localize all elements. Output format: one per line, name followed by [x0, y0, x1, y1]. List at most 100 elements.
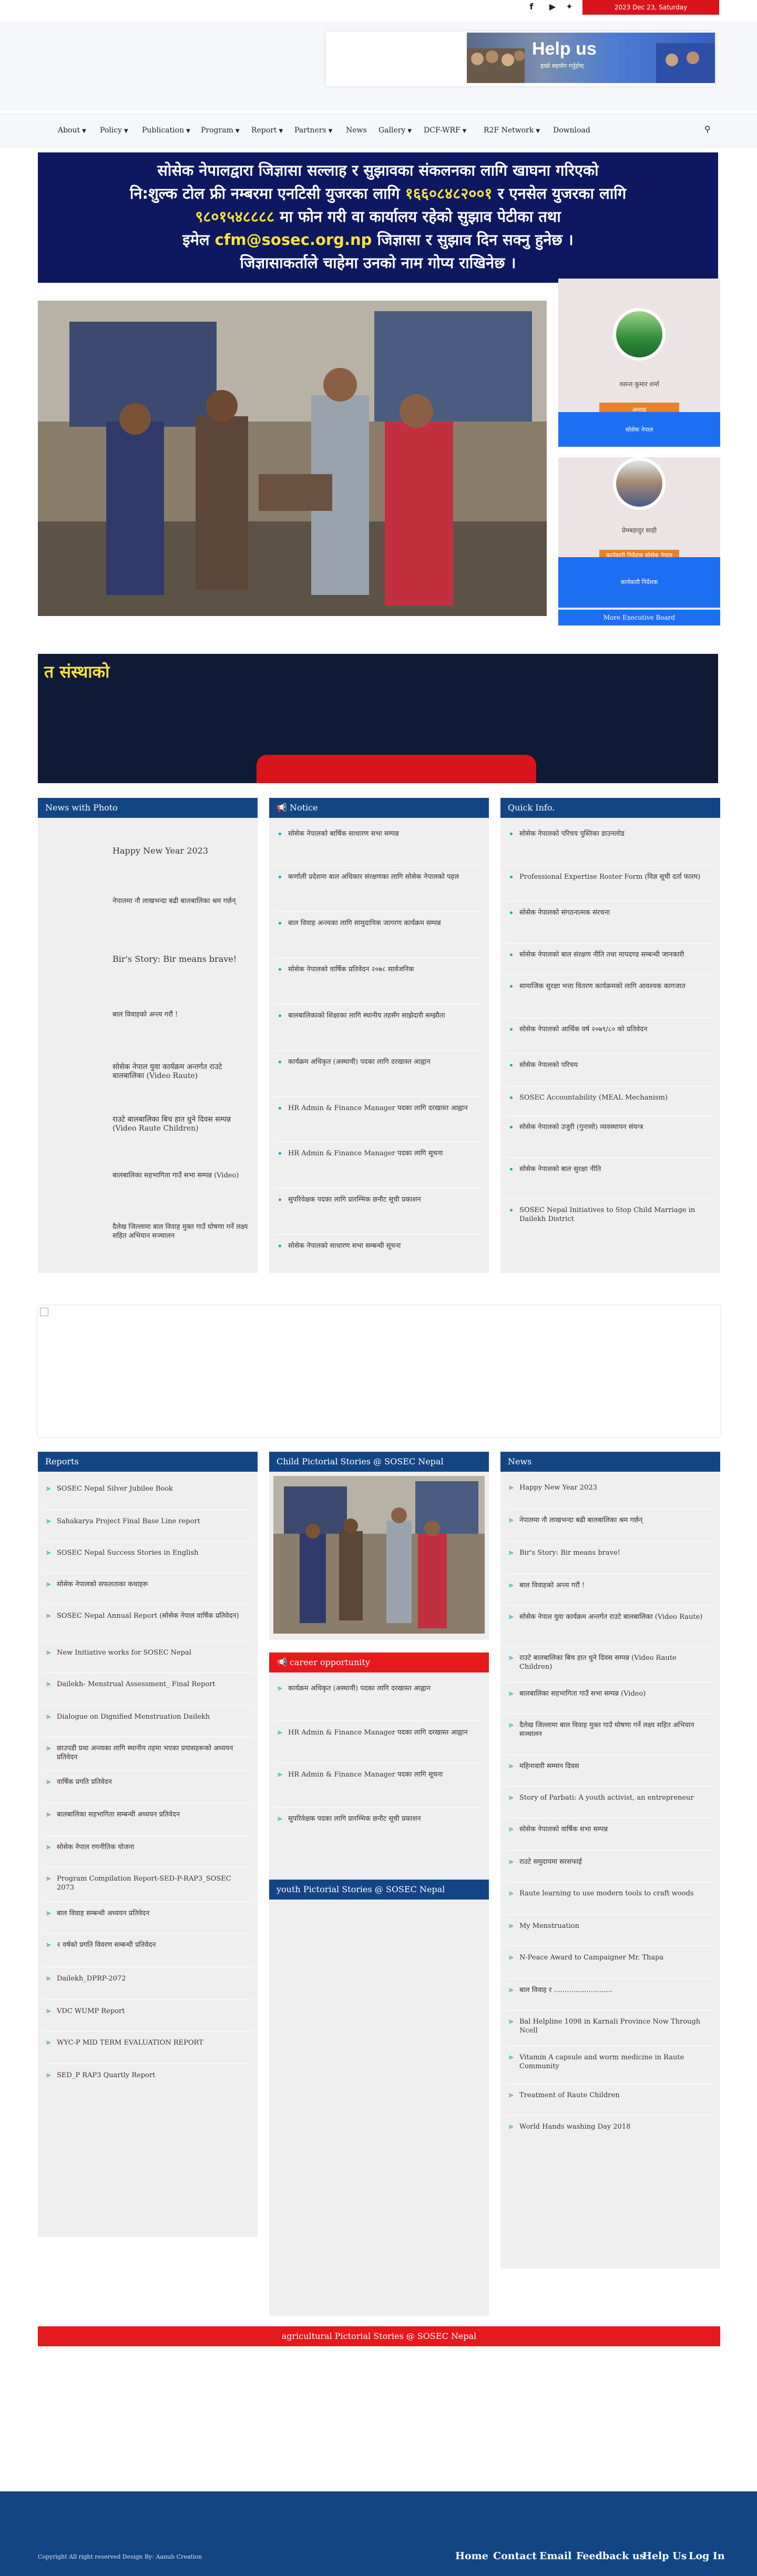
- youtube-icon[interactable]: ▶: [547, 1, 558, 13]
- report-item[interactable]: बाल विवाह सम्बन्धी अध्ययन प्रतिवेदन: [57, 1909, 248, 1918]
- nav-news[interactable]: News: [346, 114, 367, 147]
- career-item[interactable]: HR Admin & Finance Manager पदका लागि सूच…: [288, 1770, 479, 1779]
- child-stories-gallery[interactable]: [269, 1472, 489, 1640]
- report-item[interactable]: सोसेक नेपाल रणनीतिक योजना: [57, 1843, 248, 1852]
- report-item[interactable]: छाउपडी प्रथा अन्त्यका लागि स्थानीय तहमा …: [57, 1744, 248, 1762]
- career-item[interactable]: HR Admin & Finance Manager पदका लागि दरख…: [288, 1728, 479, 1737]
- news-item[interactable]: राउटे समुदायमा सरसफाई: [519, 1857, 711, 1866]
- news-photo-item[interactable]: सोसेक नेपाल युवा कार्यक्रम अन्तर्गत राउट…: [112, 1063, 250, 1081]
- news-item[interactable]: दैलेख जिल्लामा बाल विवाह मुक्त गाउँ घोषण…: [519, 1721, 711, 1739]
- twitter-icon[interactable]: ✦: [564, 1, 575, 13]
- news-photo-item[interactable]: दैलेख जिल्लामा बाल विवाह मुक्त गाउँ घोषण…: [112, 1223, 250, 1240]
- report-item[interactable]: WYC-P MID TERM EVALUATION REPORT: [57, 2038, 248, 2047]
- report-item[interactable]: New Initiative works for SOSEC Nepal: [57, 1648, 248, 1657]
- report-item[interactable]: Dialogue on Dignified Menstruation Daile…: [57, 1712, 248, 1721]
- notice-item[interactable]: HR Admin & Finance Manager पदका लागि सूच…: [288, 1149, 478, 1158]
- footer-link-login[interactable]: Log In: [689, 2550, 725, 2562]
- nav-program[interactable]: Program ▼: [201, 114, 240, 147]
- news-item[interactable]: Bal Helpline 1098 in Karnali Province No…: [519, 2017, 711, 2035]
- news-photo-item[interactable]: बालबालिका सहभागिता गाउँ सभा सम्पन्न (Vid…: [112, 1171, 250, 1180]
- notice-item[interactable]: सुपरिवेक्षक पदका लागि प्रारम्भिक छनौट सू…: [288, 1195, 478, 1204]
- notice-item[interactable]: सोसेक नेपालको बार्षिक साधारण सभा सम्पन्न: [288, 829, 478, 838]
- report-item[interactable]: Program Compilation Report-SED-P-RAP3_SO…: [57, 1874, 248, 1892]
- notice-item[interactable]: HR Admin & Finance Manager पदका लागि दरख…: [288, 1104, 478, 1113]
- nav-about[interactable]: About ▼: [58, 114, 86, 147]
- help-us-banner[interactable]: Help us हाम्रो सहयोग गर्नुहोस्: [467, 33, 715, 83]
- report-item[interactable]: SOSEC Nepal Annual Report (सोसेक नेपाल व…: [57, 1612, 248, 1620]
- quick-info-item[interactable]: सोसेक नेपालको बाल संरक्षण नीति तथा मापदण…: [519, 950, 710, 959]
- notice-item[interactable]: कर्णाली प्रदेशमा बाल अधिकार संरक्षणका ला…: [288, 873, 478, 881]
- news-item[interactable]: Story of Parbati: A youth activist, an e…: [519, 1793, 711, 1802]
- footer-link-email[interactable]: Email: [539, 2550, 571, 2562]
- report-item[interactable]: सोसेक नेपालको सफलताका कथाहरू: [57, 1580, 248, 1589]
- notice-item[interactable]: सोसेक नेपालको साधारण सभा सम्बन्धी सूचना: [288, 1241, 478, 1250]
- footer-link-feedback[interactable]: Feedback us: [576, 2550, 645, 2562]
- notice-item[interactable]: बालबालिकाको शिक्षाका लागि स्थानीय तहसँग …: [288, 1011, 478, 1020]
- agricultural-stories-bar[interactable]: agricultural Pictorial Stories @ SOSEC N…: [38, 2326, 720, 2346]
- notice-item[interactable]: कार्यक्रम अधिकृत (अस्थायी) पदका लागि दरख…: [288, 1058, 478, 1066]
- news-item[interactable]: बालबालिका सहभागिता गाउँ सभा सम्पन्न (Vid…: [519, 1689, 711, 1698]
- career-item[interactable]: सुपरिवेक्षक पदका लागि प्रारम्भिक छनौट सू…: [288, 1814, 479, 1823]
- footer-link-home[interactable]: Home: [455, 2550, 488, 2562]
- quick-info-item[interactable]: सोसेक नेपालको परिचय: [519, 1061, 710, 1070]
- career-item[interactable]: कार्यक्रम अधिकृत (अस्थायी) पदका लागि दरख…: [288, 1684, 479, 1693]
- notice-item[interactable]: बाल विवाह अन्त्यका लागि सामुदायिक जागरण …: [288, 919, 478, 928]
- news-item[interactable]: N-Peace Award to Campaigner Mr. Thapa: [519, 1953, 711, 1962]
- report-item[interactable]: VDC WUMP Report: [57, 2007, 248, 2016]
- news-photo-item[interactable]: Bir's Story: Bir means brave!: [112, 955, 249, 963]
- facebook-icon[interactable]: f: [526, 1, 537, 13]
- news-photo-item[interactable]: बाल विवाहको अन्त्य गरौं !: [112, 1010, 244, 1019]
- news-item[interactable]: सोसेक नेपालको वार्षिक सभा सम्पन्न: [519, 1825, 711, 1834]
- news-item[interactable]: Treatment of Raute Children: [519, 2091, 711, 2100]
- nav-publication[interactable]: Publication ▼: [142, 114, 190, 147]
- search-icon[interactable]: ⚲: [704, 124, 715, 135]
- nav-dcf-wrf[interactable]: DCF-WRF ▼: [424, 114, 466, 147]
- news-item[interactable]: Raute learning to use modern tools to cr…: [519, 1889, 711, 1898]
- news-photo-item[interactable]: नेपालमा नौ लाखभन्दा बढी बालबालिका श्रम ग…: [112, 897, 244, 906]
- nav-policy[interactable]: Policy ▼: [100, 114, 128, 147]
- news-item[interactable]: सोसेक नेपाल युवा कार्यक्रम अन्तर्गत राउट…: [519, 1613, 711, 1621]
- footer-link-help[interactable]: Help Us: [642, 2550, 687, 2562]
- quick-info-item[interactable]: सोसेक नेपालको उजुरी (गुनासो) व्यवस्थापन …: [519, 1123, 710, 1132]
- quick-info-item[interactable]: सोसेक नेपालको परिचय पुस्तिका डाउनलोड: [519, 829, 710, 838]
- news-photo-item[interactable]: Happy New Year 2023: [112, 846, 249, 855]
- footer-link-contact[interactable]: Contact: [493, 2550, 537, 2562]
- organization-slider[interactable]: त संस्थाको: [38, 654, 718, 783]
- news-item[interactable]: महिनावारी सम्मान दिवस: [519, 1762, 711, 1771]
- nav-download[interactable]: Download: [553, 114, 590, 147]
- news-item[interactable]: बाल विवाह र ...........................: [519, 1986, 711, 1995]
- quick-info-item[interactable]: SOSEC Nepal Initiatives to Stop Child Ma…: [519, 1206, 710, 1224]
- report-item[interactable]: वार्षिक प्रगति प्रतिवेदन: [57, 1778, 248, 1787]
- report-item[interactable]: SOSEC Nepal Silver Jubilee Book: [57, 1484, 248, 1493]
- news-photo-item[interactable]: राउटे बालबालिका बिच हात धुने दिवस सम्पन्…: [112, 1115, 250, 1133]
- news-item[interactable]: Vitamin A capsule and worm medicine in R…: [519, 2053, 711, 2071]
- report-item[interactable]: SED_P RAP3 Quartly Report: [57, 2071, 248, 2080]
- nav-r2f-network[interactable]: R2F Network ▼: [484, 114, 540, 147]
- nav-report[interactable]: Report ▼: [251, 114, 283, 147]
- report-item[interactable]: बालबालिका सहभागिता सम्बन्धी अध्ययन प्रति…: [57, 1810, 248, 1819]
- news-item[interactable]: World Hands washing Day 2018: [519, 2122, 711, 2131]
- main-slider-photo[interactable]: [38, 301, 547, 616]
- quick-info-item[interactable]: SOSEC Accountability (MEAL Mechanism): [519, 1093, 710, 1102]
- news-item[interactable]: Bir's Story: Bir means brave!: [519, 1548, 711, 1557]
- quick-info-item[interactable]: सामाजिक सुरक्षा भत्ता वितरण कार्यक्रमको …: [519, 982, 710, 991]
- more-executive-board-button[interactable]: More Executive Board: [558, 610, 720, 625]
- notice-item[interactable]: सोसेक नेपालको वार्षिक प्रतिवेदन २०७८ सार…: [288, 965, 478, 974]
- quick-info-item[interactable]: सोसेक नेपालको बाल सुरक्षा नीति: [519, 1165, 710, 1174]
- nav-partners[interactable]: Partners ▼: [294, 114, 332, 147]
- youth-stories-gallery[interactable]: [269, 1900, 489, 2316]
- report-item[interactable]: Dailekh_DPRP-2072: [57, 1974, 248, 1983]
- report-item[interactable]: SOSEC Nepal Success Stories in English: [57, 1548, 248, 1557]
- quick-info-item[interactable]: Professional Expertise Roster Form (विज्…: [519, 873, 710, 881]
- quick-info-item[interactable]: सोसेक नेपालको संगठनात्मक संरचना: [519, 908, 710, 917]
- news-item[interactable]: Happy New Year 2023: [519, 1483, 711, 1492]
- nav-gallery[interactable]: Gallery ▼: [378, 114, 412, 147]
- quick-info-item[interactable]: सोसेक नेपालको आर्थिक वर्ष २०७९/८० को प्र…: [519, 1025, 710, 1034]
- news-item[interactable]: नेपालमा नौ लाखभन्दा बढी बालबालिका श्रम ग…: [519, 1516, 711, 1525]
- news-item[interactable]: राउटे बालबालिका बिच हात धुने दिवस सम्पन्…: [519, 1654, 711, 1671]
- news-item[interactable]: बाल विवाहको अन्त्य गरौं !: [519, 1581, 711, 1590]
- report-item[interactable]: Sahakarya Project Final Base Line report: [57, 1517, 248, 1526]
- news-item[interactable]: My Menstruation: [519, 1922, 711, 1931]
- report-item[interactable]: २ वर्षको प्रगति विवरण सम्बन्धी प्रतिवेदन: [57, 1941, 248, 1949]
- report-item[interactable]: Dailekh- Menstrual Assessment_ Final Rep…: [57, 1680, 248, 1689]
